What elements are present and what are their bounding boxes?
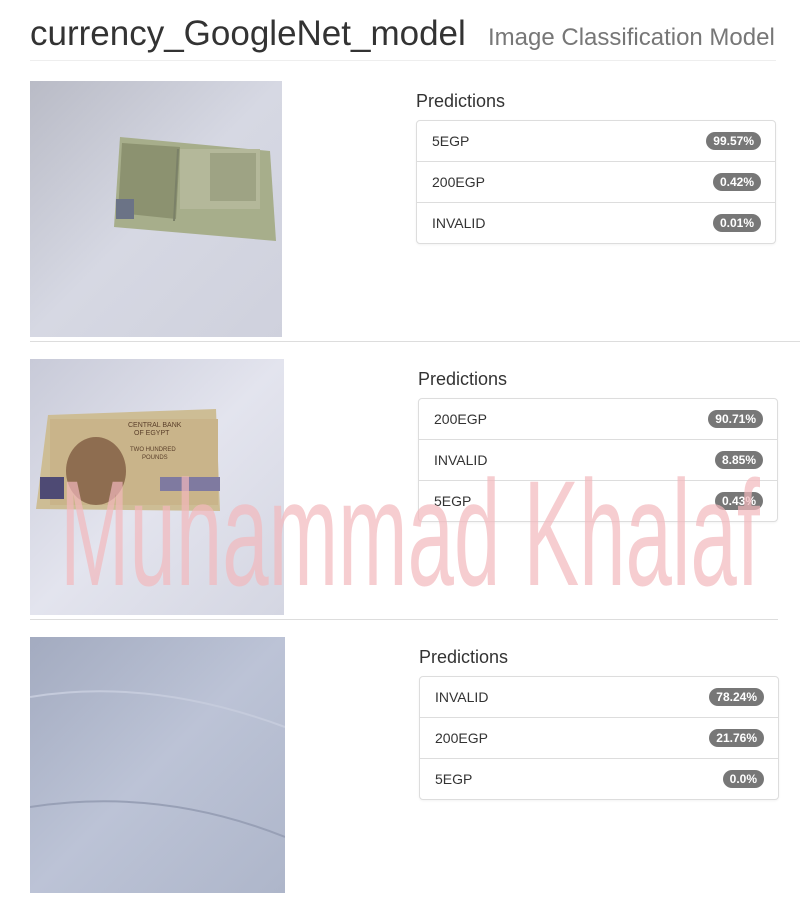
prediction-label: 5EGP	[435, 771, 473, 787]
banknote-text: POUNDS	[142, 455, 168, 461]
banknote-text: OF EGYPT	[134, 430, 170, 437]
prediction-label: 200EGP	[434, 411, 487, 427]
banknote-text: TWO HUNDRED	[130, 447, 176, 453]
input-image-invalid	[30, 637, 285, 893]
prediction-item: 5EGP 99.57%	[417, 121, 775, 161]
prediction-label: 200EGP	[435, 730, 488, 746]
prediction-label: 5EGP	[432, 133, 470, 149]
prediction-item: 5EGP 0.0%	[420, 758, 778, 799]
banknote-text: CENTRAL BANK	[128, 422, 182, 429]
prediction-label: INVALID	[435, 689, 489, 705]
predictions-list: INVALID 78.24% 200EGP 21.76% 5EGP 0.0%	[419, 676, 779, 800]
confidence-badge: 8.85%	[714, 451, 763, 469]
confidence-badge: 0.01%	[712, 214, 761, 232]
prediction-item: 200EGP 90.71%	[419, 399, 777, 439]
predictions-list: 200EGP 90.71% INVALID 8.85% 5EGP 0.43%	[418, 398, 778, 522]
predictions-list: 5EGP 99.57% 200EGP 0.42% INVALID 0.01%	[416, 120, 776, 244]
prediction-item: 5EGP 0.43%	[419, 480, 777, 521]
confidence-badge: 0.43%	[714, 492, 763, 510]
prediction-label: 200EGP	[432, 174, 485, 190]
prediction-item: INVALID 78.24%	[420, 677, 778, 717]
prediction-item: INVALID 8.85%	[419, 439, 777, 480]
confidence-badge: 99.57%	[706, 132, 761, 150]
prediction-label: 5EGP	[434, 493, 472, 509]
predictions-heading: Predictions	[419, 647, 509, 667]
input-image-200egp: CENTRAL BANK OF EGYPT TWO HUNDRED POUNDS	[30, 359, 284, 615]
confidence-badge: 90.71%	[708, 410, 763, 428]
confidence-badge: 0.0%	[722, 770, 764, 788]
confidence-badge: 21.76%	[709, 729, 764, 747]
confidence-badge: 78.24%	[709, 688, 764, 706]
prediction-item: 200EGP 0.42%	[417, 161, 775, 202]
predictions-heading: Predictions	[416, 91, 506, 111]
page-subtitle: Image Classification Model	[488, 24, 775, 51]
page-header: currency_GoogleNet_model Image Classific…	[30, 10, 776, 61]
result-row-2: CENTRAL BANK OF EGYPT TWO HUNDRED POUNDS…	[30, 359, 778, 620]
predictions-heading: Predictions	[418, 369, 508, 389]
input-image-5egp	[30, 81, 282, 337]
result-row-3: Predictions INVALID 78.24% 200EGP 21.76%…	[30, 637, 779, 897]
prediction-item: INVALID 0.01%	[417, 202, 775, 243]
prediction-label: INVALID	[434, 452, 488, 468]
prediction-label: INVALID	[432, 215, 486, 231]
confidence-badge: 0.42%	[712, 173, 761, 191]
page-title: currency_GoogleNet_model	[30, 14, 466, 53]
result-row-1: Predictions 5EGP 99.57% 200EGP 0.42% INV…	[30, 81, 800, 342]
prediction-item: 200EGP 21.76%	[420, 717, 778, 758]
